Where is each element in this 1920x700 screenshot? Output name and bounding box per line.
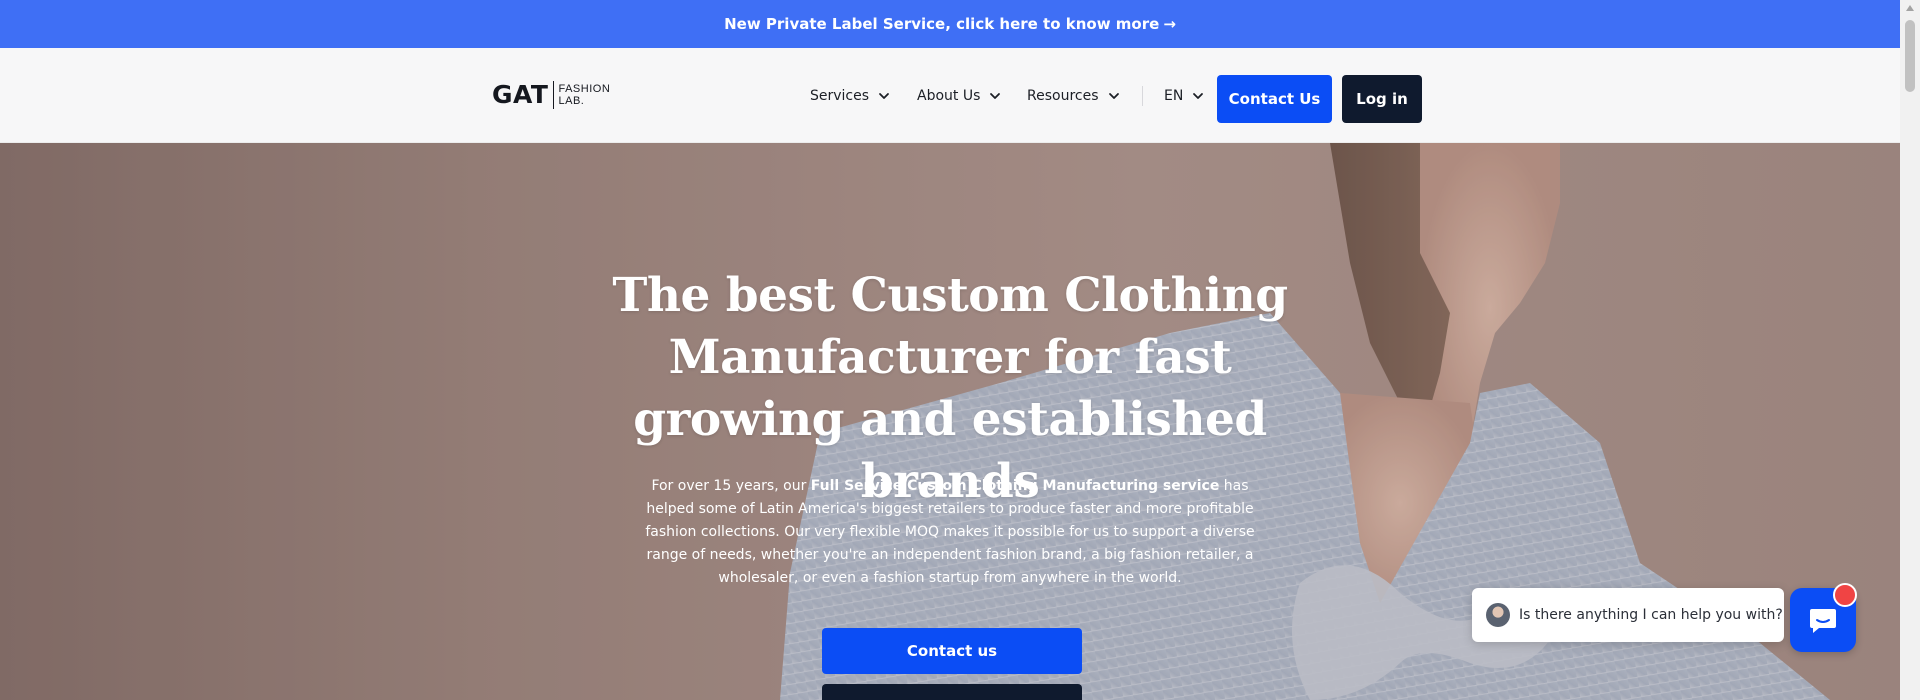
logo[interactable]: GAT FASHION LAB. [492, 80, 610, 109]
hero-desc-intro: For over 15 years, our [651, 478, 811, 494]
nav-resources-label: Resources [1027, 88, 1099, 104]
scroll-up-arrow-icon[interactable] [1900, 0, 1920, 16]
contact-us-button[interactable]: Contact Us [1217, 75, 1332, 123]
chat-icon [1810, 609, 1836, 633]
chevron-down-icon [1108, 93, 1119, 99]
hero-contact-button[interactable]: Contact us [822, 628, 1082, 674]
scrollbar-thumb[interactable] [1905, 20, 1915, 92]
logo-divider [553, 80, 555, 109]
hero-description: For over 15 years, our Full Service Cust… [640, 475, 1260, 590]
chevron-down-icon [1193, 93, 1204, 99]
arrow-right-icon: → [1163, 15, 1176, 33]
chevron-down-icon [990, 93, 1001, 99]
hero-desc-body: has helped some of Latin America's bigge… [645, 478, 1255, 586]
announcement-bar[interactable]: New Private Label Service, click here to… [0, 0, 1900, 48]
nav-resources[interactable]: Resources [1027, 84, 1121, 108]
nav-about-us-label: About Us [917, 88, 981, 104]
agent-avatar [1486, 603, 1510, 627]
logo-subtitle-line2: LAB. [558, 94, 585, 107]
notification-badge [1833, 583, 1857, 607]
logo-subtitle-line1: FASHION [558, 82, 611, 95]
chevron-down-icon [879, 93, 889, 99]
logo-subtitle: FASHION LAB. [558, 83, 610, 107]
announcement-text[interactable]: New Private Label Service, click here to… [724, 15, 1159, 33]
logo-wordmark: GAT [492, 80, 549, 109]
chat-prompt-text: Is there anything I can help you with? [1519, 607, 1783, 623]
login-button[interactable]: Log in [1342, 75, 1422, 123]
language-selector[interactable]: EN [1164, 84, 1205, 108]
scrollbar[interactable] [1900, 0, 1920, 700]
nav-about-us[interactable]: About Us [917, 84, 1002, 108]
nav-services[interactable]: Services [810, 84, 891, 108]
hero-secondary-button[interactable] [822, 684, 1082, 700]
nav-services-label: Services [810, 88, 870, 104]
site-header: GAT FASHION LAB. Services About Us Resou… [0, 48, 1900, 143]
chat-prompt[interactable]: Is there anything I can help you with? [1472, 588, 1784, 642]
nav-divider [1142, 86, 1143, 106]
language-label: EN [1164, 88, 1184, 104]
hero-desc-highlight: Full Service Custom Clothing Manufacturi… [810, 478, 1220, 494]
